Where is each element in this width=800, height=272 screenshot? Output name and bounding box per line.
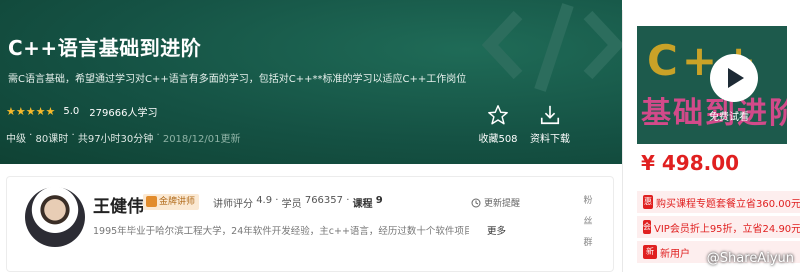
promo-text: VIP会员折上95折，立省24.90元 [654, 223, 800, 235]
teacher-bio: 1995年毕业于哈尔滨工程大学，24年软件开发经验，主c++语言，经历过数十个软… [93, 226, 469, 237]
star-icon: ★ [25, 105, 36, 118]
course-video-thumbnail[interactable]: C++ 基础到进阶 免费试看 [637, 26, 787, 144]
download-label: 资料下载 [530, 134, 570, 145]
course-meta: 中级 · 80课时 · 共97小时30分钟 · 2018/12/01更新 [6, 130, 241, 145]
teacher-name[interactable]: 王健伟 [93, 192, 144, 217]
course-level: 中级 [6, 134, 26, 145]
teacher-rating-label: 讲师评分 [213, 199, 253, 210]
rating-score: 5.0 [63, 106, 80, 117]
download-materials-button[interactable]: 资料下载 [520, 104, 580, 145]
promo-tag: 惠 [643, 195, 653, 209]
code-brackets-watermark-icon [481, 3, 622, 92]
course-title: C++语言基础到进阶 [8, 36, 202, 60]
star-icon: ★ [15, 105, 26, 118]
teacher-more-link[interactable]: 更多 [487, 223, 506, 237]
course-duration: 共97小时30分钟 [77, 134, 154, 145]
site-watermark: @ShareAiyun [706, 251, 794, 266]
course-price: ¥ 498.00 [641, 151, 740, 175]
promo-tag: 会 [643, 220, 651, 234]
download-icon [540, 105, 560, 125]
teacher-badge-label: 金牌讲师 [159, 197, 196, 207]
star-icon: ★ [35, 105, 46, 118]
star-icon: ★ [45, 105, 56, 118]
teacher-badge: 金牌讲师 [143, 194, 200, 210]
promo-package[interactable]: 惠 购买课程专题套餐立省360.00元 [637, 191, 800, 213]
teacher-students-label: 学员 [281, 199, 302, 210]
update-reminder-button[interactable]: 更新提醒 [471, 196, 520, 209]
favorite-count-label: 收藏508 [478, 134, 518, 145]
fans-group-link[interactable]: 粉丝群 [582, 191, 594, 254]
course-rating-row: ★ ★ ★ ★ ★ 5.0 279666人学习 [6, 104, 157, 119]
course-updated: 2018/12/01更新 [162, 134, 241, 145]
teacher-stats: 讲师评分 4.9 · 学员 766357 · 课程 9 [213, 195, 383, 210]
teacher-students-value: 766357 [304, 195, 344, 206]
teacher-avatar[interactable] [25, 187, 85, 247]
free-trial-label[interactable]: 免费试看 [709, 108, 749, 123]
course-description: 需C语言基础，希望通过学习对C++语言有多面的学习，包括对C++**标准的学习以… [8, 74, 467, 85]
teacher-courses-label: 课程 [352, 199, 373, 210]
update-reminder-label: 更新提醒 [484, 199, 521, 209]
promo-vip[interactable]: 会 VIP会员折上95折，立省24.90元 [637, 216, 800, 238]
play-icon[interactable] [710, 54, 758, 102]
teacher-rating-value: 4.9 [256, 195, 273, 206]
promo-text: 购买课程专题套餐立省360.00元 [656, 198, 800, 210]
promo-tag: 新 [643, 245, 657, 259]
medal-icon [146, 196, 157, 207]
purchase-panel: C++ 基础到进阶 免费试看 ¥ 498.00 惠 购买课程专题套餐立省360.… [622, 10, 800, 272]
student-count: 279666人学习 [89, 108, 158, 119]
rating-stars: ★ ★ ★ ★ ★ [6, 106, 55, 117]
star-outline-icon [488, 105, 508, 125]
teacher-courses-value: 9 [375, 195, 383, 206]
course-hero-banner: C++语言基础到进阶 需C语言基础，希望通过学习对C++语言有多面的学习，包括对… [0, 0, 622, 164]
star-icon: ★ [6, 105, 16, 118]
clock-icon [471, 198, 481, 207]
promo-text: 新用户 [660, 248, 690, 260]
favorite-button[interactable]: 收藏508 [468, 104, 528, 145]
teacher-card: 王健伟 金牌讲师 讲师评分 4.9 · 学员 766357 · 课程 9 更新提… [6, 176, 614, 272]
course-lessons: 80课时 [35, 134, 69, 145]
